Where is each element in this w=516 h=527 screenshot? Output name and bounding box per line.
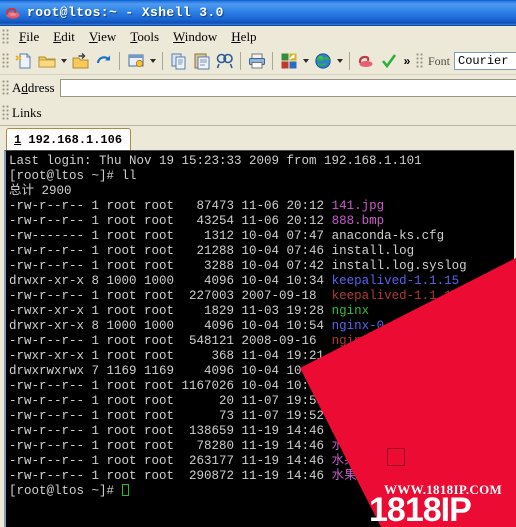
file-name: 141.jpg <box>331 199 385 213</box>
font-toolbar-grip[interactable] <box>416 53 423 69</box>
file-name: 水果1.jpg <box>331 439 395 453</box>
terminal-panel[interactable]: Last login: Thu Nov 19 15:23:33 2009 fro… <box>4 150 514 527</box>
open-folder-icon[interactable] <box>35 50 58 73</box>
file-list-row: -rw-r--r-- 1 root root 3288 10-04 07:42 … <box>9 259 467 273</box>
file-name: test_new.txt <box>331 394 422 408</box>
addressbar-grip[interactable] <box>2 80 9 96</box>
address-label: Address <box>12 80 55 95</box>
window-title: root@ltos:~ - Xshell 3.0 <box>27 5 224 20</box>
menu-tools[interactable]: Tools <box>123 27 166 47</box>
font-label: Font <box>428 53 451 68</box>
file-name: pcre-7.7.tar.gz <box>331 379 445 393</box>
file-list-row: -rw-r--r-- 1 root root 548121 2008-09-16… <box>9 334 475 348</box>
file-list-row: -rw-r--r-- 1 root root 263177 11-19 14:4… <box>9 454 395 468</box>
toolbar-separator <box>119 52 120 70</box>
file-list-row: -rw-r--r-- 1 root root 20 11-07 19:53 te… <box>9 394 422 408</box>
file-name: install.log <box>331 244 415 258</box>
file-name: test.txt <box>331 409 392 423</box>
tab-192-168-1-106[interactable]: 1 192.168.1.106 <box>6 128 132 150</box>
find-icon[interactable] <box>213 50 236 73</box>
properties-dropdown[interactable] <box>147 50 158 72</box>
globe-dropdown[interactable] <box>334 50 345 72</box>
file-list-row: -rw-r--r-- 1 root root 87473 11-06 20:12… <box>9 199 385 213</box>
file-transfer-dropdown[interactable] <box>300 50 311 72</box>
address-bar: Address <box>0 75 516 101</box>
file-list-row: -rw------- 1 root root 1312 10-04 07:47 … <box>9 229 445 243</box>
file-list-row: -rw-r--r-- 1 root root 78280 11-19 14:46… <box>9 439 395 453</box>
file-name: 888.bmp <box>331 214 385 228</box>
open-folder-dropdown[interactable] <box>58 50 69 72</box>
file-list-row: -rw-r--r-- 1 root root 138659 11-19 14:4… <box>9 424 412 438</box>
xshell-logo-icon <box>4 4 22 22</box>
tab-index: 1 <box>14 132 22 147</box>
links-bar: Links <box>0 101 516 126</box>
file-list-row: -rw-r--r-- 1 root root 1167026 10-04 10:… <box>9 379 445 393</box>
toolbar-separator <box>240 52 241 70</box>
file-list-row: drwxrwxrwx 7 1169 1169 4096 10-04 10:42 … <box>9 364 407 378</box>
terminal-cursor <box>121 484 129 496</box>
file-name: nginx_log_cut.sh <box>331 349 452 363</box>
properties-icon[interactable] <box>124 50 147 73</box>
toolbar-overflow-chevron[interactable]: » <box>400 54 414 68</box>
toolbar-separator <box>162 52 163 70</box>
font-combobox[interactable]: Courier <box>454 52 516 70</box>
file-name: install.log.syslog <box>331 259 467 273</box>
file-name: keepalived-1.1.15 <box>331 274 460 288</box>
script-run-icon[interactable] <box>354 50 377 73</box>
links-label: Links <box>12 105 42 120</box>
new-session-icon[interactable] <box>12 50 35 73</box>
file-name: 水果3.jpg <box>331 454 395 468</box>
window-titlebar: root@ltos:~ - Xshell 3.0 <box>0 0 516 26</box>
menu-view[interactable]: View <box>82 27 123 47</box>
file-name: 水果4.jpg <box>331 469 395 483</box>
file-list-row: -rw-r--r-- 1 root root 73 11-07 19:52 te… <box>9 409 392 423</box>
file-list-row: drwxr-xr-x 8 1000 1000 4096 10-04 10:34 … <box>9 274 460 288</box>
menu-file[interactable]: File <box>12 27 46 47</box>
main-toolbar: » Font Courier <box>0 48 516 75</box>
terminal-output: Last login: Thu Nov 19 15:23:33 2009 fro… <box>9 154 514 499</box>
file-name: nginx <box>331 304 370 318</box>
file-list-row: -rw-r--r-- 1 root root 21288 10-04 07:46… <box>9 244 415 258</box>
copy-icon[interactable] <box>167 50 190 73</box>
file-transfer-icon[interactable] <box>277 50 300 73</box>
menu-window[interactable]: Window <box>166 27 224 47</box>
menu-edit[interactable]: Edit <box>46 27 82 47</box>
print-icon[interactable] <box>245 50 268 73</box>
file-list-row: -rwxr-xr-x 1 root root 368 11-04 19:21 n… <box>9 349 452 363</box>
file-list-row: drwxr-xr-x 8 1000 1000 4096 10-04 10:54 … <box>9 319 422 333</box>
file-list-row: -rwxr-xr-x 1 root root 1829 11-03 19:28 … <box>9 304 370 318</box>
open-session-icon[interactable] <box>69 50 92 73</box>
terminal-line: [root@ltos ~]# ll <box>9 169 137 183</box>
paste-icon[interactable] <box>190 50 213 73</box>
tab-label: 192.168.1.106 <box>28 132 123 147</box>
file-name: keepalived-1.1.15.tar.gz <box>331 289 512 303</box>
menu-bar: File Edit View Tools Window Help <box>0 26 516 48</box>
file-name: nginx-0.7.17 <box>331 319 422 333</box>
file-name: 小猫壁纸.jpg <box>331 424 412 438</box>
terminal-prompt-line: [root@ltos ~]# <box>9 484 514 499</box>
terminal-line: 总计 2900 <box>9 184 72 198</box>
toolbar-separator <box>349 52 350 70</box>
toolbar-grip[interactable] <box>2 53 9 69</box>
terminal-line: Last login: Thu Nov 19 15:23:33 2009 fro… <box>9 154 422 168</box>
check-script-icon[interactable] <box>377 50 400 73</box>
menubar-grip[interactable] <box>2 29 9 45</box>
file-name: nginx-0.7.17.tar.gz <box>331 334 475 348</box>
session-tabstrip: 1 192.168.1.106 <box>0 126 516 150</box>
file-list-row: -rw-r--r-- 1 root root 290872 11-19 14:4… <box>9 469 395 483</box>
file-list-row: -rw-r--r-- 1 root root 43254 11-06 20:12… <box>9 214 385 228</box>
address-input[interactable] <box>59 79 516 97</box>
globe-icon[interactable] <box>311 50 334 73</box>
menu-help[interactable]: Help <box>224 27 263 47</box>
file-list-row: -rw-r--r-- 1 root root 227003 2007-09-18… <box>9 289 512 303</box>
file-name: nginx_temp <box>331 364 407 378</box>
toolbar-separator <box>272 52 273 70</box>
file-name: anaconda-ks.cfg <box>331 229 445 243</box>
linksbar-grip[interactable] <box>2 105 9 121</box>
reconnect-icon[interactable] <box>92 50 115 73</box>
xshell-window: root@ltos:~ - Xshell 3.0 File Edit View … <box>0 0 516 527</box>
